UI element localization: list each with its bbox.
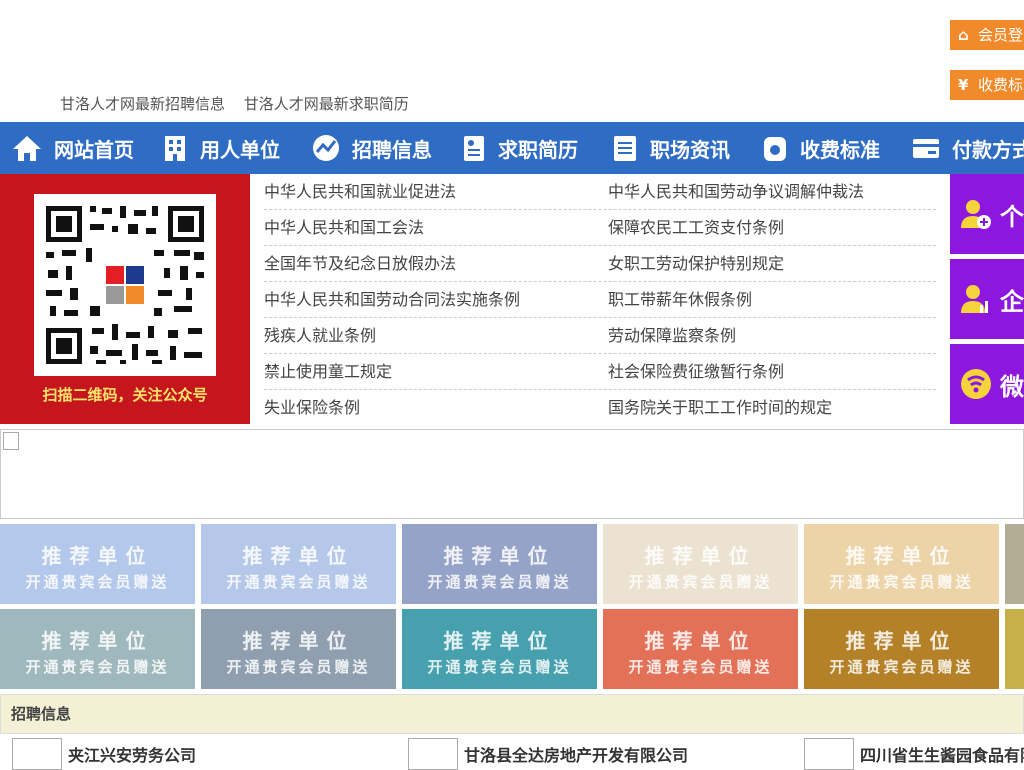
nav-payment[interactable]: 付款方式 xyxy=(900,122,1024,174)
law-link[interactable]: 中华人民共和国就业促进法 xyxy=(264,174,608,209)
list-item: 禁止使用童工规定 社会保险费征缴暂行条例 xyxy=(264,354,936,390)
recommended-tile[interactable]: 推荐单位 开通贵宾会员赠送 xyxy=(201,609,396,689)
company-logo xyxy=(12,738,62,770)
law-link[interactable]: 残疾人就业条例 xyxy=(264,318,608,353)
banner-image[interactable] xyxy=(0,429,1024,519)
recommended-tile[interactable] xyxy=(1005,609,1024,689)
company-item[interactable]: 夹江兴安劳务公司 xyxy=(12,738,392,770)
resume-icon xyxy=(464,136,484,161)
top-header: ⌂会员登录 ¥收费标准 甘洛人才网最新招聘信息 甘洛人才网最新求职简历 xyxy=(0,0,1024,122)
recommended-tile[interactable]: 推荐单位 开通贵宾会员赠送 xyxy=(804,609,999,689)
company-logo xyxy=(804,738,854,770)
qr-panel: 扫描二维码，关注公众号 xyxy=(0,174,250,424)
company-item[interactable]: 甘洛县全达房地产开发有限公司 xyxy=(408,738,788,770)
law-link[interactable]: 全国年节及纪念日放假办法 xyxy=(264,246,608,281)
nav-resumes[interactable]: 求职简历 xyxy=(450,122,600,174)
recommended-tile[interactable]: 推荐单位 开通贵宾会员赠送 xyxy=(804,524,999,604)
latest-resumes-link[interactable]: 甘洛人才网最新求职简历 xyxy=(244,95,409,113)
list-item: 中华人民共和国劳动合同法实施条例 职工带薪年休假条例 xyxy=(264,282,936,318)
side-personal-button[interactable]: 个 xyxy=(950,174,1024,254)
recommended-tile[interactable]: 推荐单位 开通贵宾会员赠送 xyxy=(0,609,195,689)
side-company-button[interactable]: 企 xyxy=(950,259,1024,339)
main-nav: 网站首页 用人单位 招聘信息 求职简历 职场资讯 收费标准 付款方式 xyxy=(0,122,1024,174)
recommended-tile[interactable]: 推荐单位 开通贵宾会员赠送 xyxy=(603,524,798,604)
list-item: 残疾人就业条例 劳动保障监察条例 xyxy=(264,318,936,354)
recommended-tile[interactable]: 推荐单位 开通贵宾会员赠送 xyxy=(0,524,195,604)
money-bag-icon xyxy=(764,137,786,161)
qr-code xyxy=(34,194,216,376)
law-link[interactable]: 社会保险费征缴暂行条例 xyxy=(608,354,952,389)
nav-employers[interactable]: 用人单位 xyxy=(150,122,300,174)
law-link[interactable]: 中华人民共和国工会法 xyxy=(264,210,608,245)
recommended-tile[interactable]: 推荐单位 开通贵宾会员赠送 xyxy=(201,524,396,604)
broken-image-icon xyxy=(3,432,19,450)
law-link[interactable]: 职工带薪年休假条例 xyxy=(608,282,952,317)
nav-news[interactable]: 职场资讯 xyxy=(600,122,750,174)
law-link[interactable]: 国务院关于职工工作时间的规定 xyxy=(608,390,952,426)
document-icon xyxy=(614,136,636,161)
list-item: 失业保险条例 国务院关于职工工作时间的规定 xyxy=(264,390,936,426)
law-link[interactable]: 失业保险条例 xyxy=(264,390,608,426)
latest-jobs-link[interactable]: 甘洛人才网最新招聘信息 xyxy=(60,95,225,113)
recommended-tile[interactable] xyxy=(1005,524,1024,604)
chart-icon xyxy=(313,135,339,161)
law-list: 中华人民共和国就业促进法 中华人民共和国劳动争议调解仲裁法 中华人民共和国工会法保… xyxy=(264,174,936,426)
quick-links: 甘洛人才网最新招聘信息 甘洛人才网最新求职简历 xyxy=(60,93,423,114)
company-logo xyxy=(408,738,458,770)
list-item: 全国年节及纪念日放假办法 女职工劳动保护特别规定 xyxy=(264,246,936,282)
law-link[interactable]: 保障农民工工资支付条例 xyxy=(608,210,952,245)
recommended-tile[interactable]: 推荐单位 开通贵宾会员赠送 xyxy=(402,609,597,689)
wechat-icon xyxy=(961,369,991,399)
fees-button[interactable]: ¥收费标准 xyxy=(950,70,1024,100)
list-item: 中华人民共和国就业促进法 中华人民共和国劳动争议调解仲裁法 xyxy=(264,174,936,210)
company-item[interactable]: 四川省生生酱园食品有限公司 xyxy=(804,738,1024,770)
home-icon: ⌂ xyxy=(958,26,969,44)
law-link[interactable]: 中华人民共和国劳动争议调解仲裁法 xyxy=(608,174,952,209)
law-link[interactable]: 劳动保障监察条例 xyxy=(608,318,952,353)
law-link[interactable]: 中华人民共和国劳动合同法实施条例 xyxy=(264,282,608,317)
nav-jobs[interactable]: 招聘信息 xyxy=(300,122,450,174)
card-icon xyxy=(913,139,939,158)
recommended-tile[interactable]: 推荐单位 开通贵宾会员赠送 xyxy=(402,524,597,604)
home-icon xyxy=(13,136,41,161)
list-item: 中华人民共和国工会法 保障农民工工资支付条例 xyxy=(264,210,936,246)
user-add-icon xyxy=(961,200,991,229)
recommended-tile[interactable]: 推荐单位 开通贵宾会员赠送 xyxy=(603,609,798,689)
section-header: 招聘信息 xyxy=(0,694,1024,734)
yen-icon: ¥ xyxy=(958,76,969,94)
building-icon xyxy=(165,136,185,161)
qr-caption: 扫描二维码，关注公众号 xyxy=(42,386,208,404)
law-link[interactable]: 女职工劳动保护特别规定 xyxy=(608,246,952,281)
user-chart-icon xyxy=(961,285,988,313)
nav-fees[interactable]: 收费标准 xyxy=(750,122,900,174)
law-link[interactable]: 禁止使用童工规定 xyxy=(264,354,608,389)
nav-home[interactable]: 网站首页 xyxy=(0,122,150,174)
side-wechat-button[interactable]: 微 xyxy=(950,344,1024,424)
member-login-button[interactable]: ⌂会员登录 xyxy=(950,20,1024,50)
